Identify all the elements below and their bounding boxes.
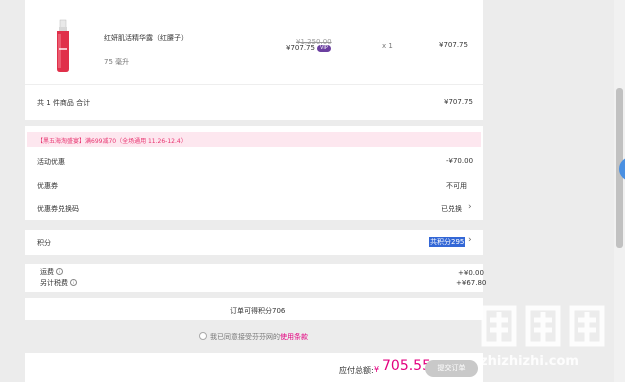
quantity: x 1 xyxy=(382,42,393,50)
discounts-card: 【黑五海淘盛宴】满699减70（全场通用 11.26-12.4） 活动优惠 -¥… xyxy=(25,126,483,220)
points-value: 共积分295 xyxy=(429,237,466,247)
chevron-right-icon: › xyxy=(468,202,472,212)
tax-label: 另计税费 i xyxy=(40,278,77,288)
agreement-radio[interactable] xyxy=(199,332,207,340)
terms-link[interactable]: 使用条款 xyxy=(280,333,308,341)
agreement-row: 我已同意接受芬芬网的使用条款 xyxy=(199,332,308,342)
total-currency: ¥ xyxy=(374,365,380,374)
product-image[interactable] xyxy=(49,18,77,74)
product-name[interactable]: 红妍肌活精华露（红腰子） xyxy=(104,33,188,43)
points-label: 积分 xyxy=(37,239,51,247)
tax-value: +¥67.80 xyxy=(456,279,487,287)
watermark-logo xyxy=(481,305,605,347)
shipping-label-text: 运费 xyxy=(40,268,54,276)
chevron-right-icon: › xyxy=(468,235,472,245)
total-label: 应付总额: xyxy=(339,366,374,375)
agreement-text: 我已同意接受芬芬网的 xyxy=(210,333,280,341)
coupon-value: 不可用 xyxy=(446,182,467,190)
coupon-code-row[interactable]: 优惠券兑换码 已兑换 › xyxy=(25,200,483,218)
unit-price: ¥707.75 VIP xyxy=(286,44,331,52)
points-card[interactable]: 积分 共积分295 › xyxy=(25,230,483,255)
activity-discount-value: -¥70.00 xyxy=(446,157,474,165)
earn-points-card: 订单可得积分706 xyxy=(25,298,483,320)
fees-card: 运费 i +¥0.00 另计税费 i +¥67.80 xyxy=(25,264,487,292)
promo-banner: 【黑五海淘盛宴】满699减70（全场通用 11.26-12.4） xyxy=(27,132,481,147)
scrollbar[interactable] xyxy=(614,0,625,382)
info-icon[interactable]: i xyxy=(70,279,77,286)
submit-order-label: 提交订单 xyxy=(437,364,466,372)
activity-discount-label: 活动优惠 xyxy=(37,158,65,166)
product-spec: 75 毫升 xyxy=(104,58,130,66)
shipping-label: 运费 i xyxy=(40,267,63,277)
submit-order-button[interactable]: 提交订单 xyxy=(425,360,478,377)
divider xyxy=(25,84,483,85)
vip-badge: VIP xyxy=(316,45,331,52)
coupon-label: 优惠券 xyxy=(37,182,58,190)
total-amount: 705.55 xyxy=(382,358,431,374)
footer-bar: 应付总额: ¥ 705.55 提交订单 xyxy=(25,353,483,382)
earn-points-text: 订单可得积分706 xyxy=(230,307,286,315)
coupon-code-label: 优惠券兑换码 xyxy=(37,205,79,213)
coupon-code-value: 已兑换 xyxy=(441,205,462,213)
order-summary-amount: ¥707.75 xyxy=(444,98,473,106)
item-subtotal: ¥707.75 xyxy=(439,41,468,49)
watermark-text: zhizhizhi.com xyxy=(480,354,579,369)
order-summary-label: 共 1 件商品 合计 xyxy=(37,99,91,107)
promo-text: 【黑五海淘盛宴】满699减70（全场通用 11.26-12.4） xyxy=(37,138,187,145)
shipping-value: +¥0.00 xyxy=(458,269,484,277)
tax-label-text: 另计税费 xyxy=(40,279,68,287)
watermark: zhizhizhi.com xyxy=(476,300,616,376)
unit-price-value: ¥707.75 xyxy=(286,44,315,52)
info-icon[interactable]: i xyxy=(56,268,63,275)
product-card: 红妍肌活精华露（红腰子） 75 毫升 ¥1,250.00 ¥707.75 VIP … xyxy=(25,0,483,120)
